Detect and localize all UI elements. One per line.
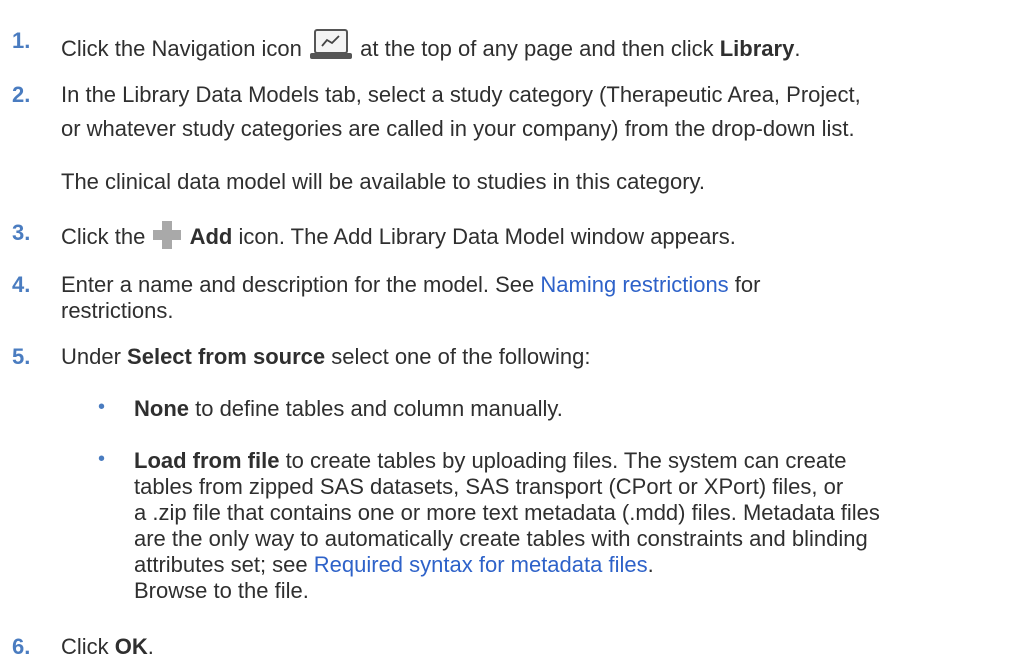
option-text-line-5: attributes set; see Required syntax for … <box>134 552 654 577</box>
step-text-line-1: Enter a name and description for the mod… <box>61 272 761 297</box>
bullet: • <box>98 396 106 418</box>
option-text-line-4: are the only way to automatically create… <box>134 526 868 551</box>
metadata-syntax-link[interactable]: Required syntax for metadata files <box>314 552 648 577</box>
option-text-line-1: Load from file to create tables by uploa… <box>134 448 847 473</box>
add-plus-icon <box>151 220 183 256</box>
step-text-line-1: In the Library Data Models tab, select a… <box>61 82 861 107</box>
option-text: None to define tables and column manuall… <box>134 396 563 421</box>
step-text-line-2: or whatever study categories are called … <box>61 116 855 141</box>
option-text-line-2: tables from zipped SAS datasets, SAS tra… <box>134 474 844 499</box>
step-number: 2. <box>12 82 31 107</box>
step-note: The clinical data model will be availabl… <box>61 169 706 194</box>
step-text: Click OK. <box>61 634 154 659</box>
step-number: 6. <box>12 634 31 659</box>
step-text: Click the Navigation icon at the top of … <box>61 28 800 68</box>
step-number: 4. <box>12 272 31 297</box>
navigation-laptop-icon <box>308 28 354 68</box>
step-number: 5. <box>12 344 31 369</box>
step-text: Click the Add icon. The Add Library Data… <box>61 220 736 256</box>
bullet: • <box>98 448 106 470</box>
option-browse-text: Browse to the file. <box>134 578 309 603</box>
naming-restrictions-link[interactable]: Naming restrictions <box>540 272 728 297</box>
step-number: 1. <box>12 28 31 53</box>
option-text-line-3: a .zip file that contains one or more te… <box>134 500 880 525</box>
step-text: Under Select from source select one of t… <box>61 344 591 369</box>
step-number: 3. <box>12 220 31 245</box>
step-text-line-2: restrictions. <box>61 298 174 323</box>
